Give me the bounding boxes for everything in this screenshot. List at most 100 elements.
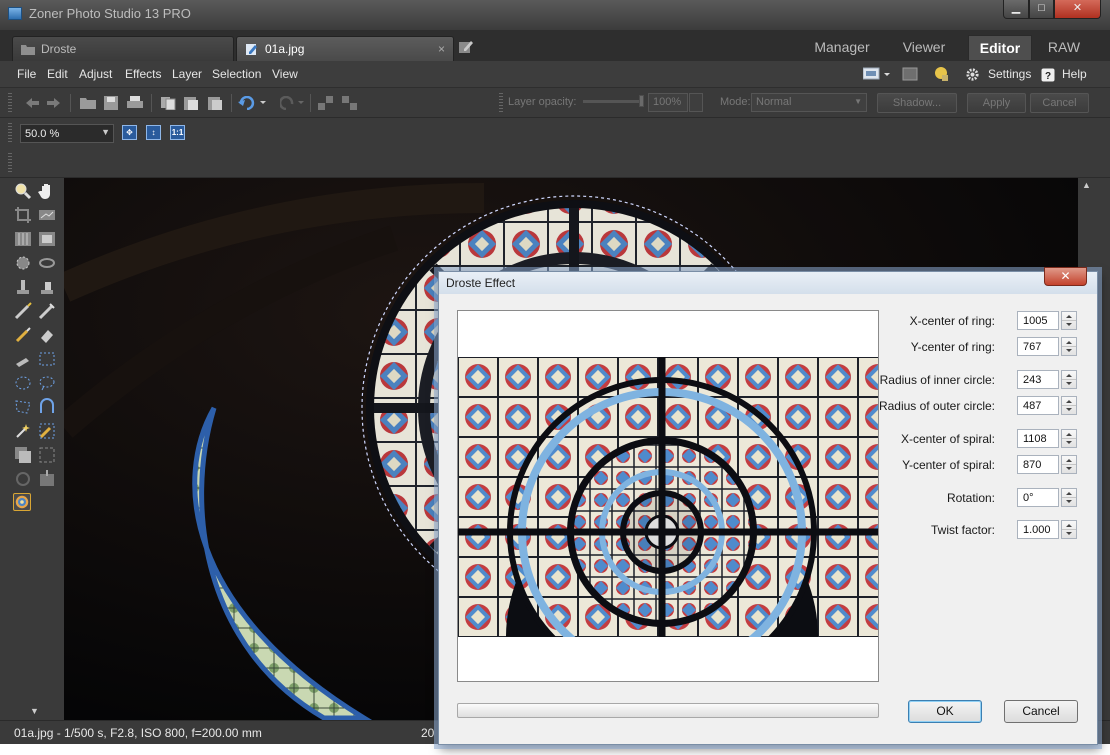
healing-stamp-icon[interactable]: [38, 278, 56, 296]
x-center-ring-spinner[interactable]: [1061, 311, 1077, 330]
help-menu[interactable]: Help: [1062, 67, 1087, 81]
close-window-button[interactable]: ✕: [1054, 0, 1101, 19]
forward-arrow-icon[interactable]: [46, 96, 62, 110]
dialog-cancel-button[interactable]: Cancel: [1004, 700, 1078, 723]
lock-icon[interactable]: [933, 66, 949, 82]
radius-inner-spinner[interactable]: [1061, 370, 1077, 389]
ok-button[interactable]: OK: [908, 700, 982, 723]
copy-icon[interactable]: [160, 96, 176, 110]
y-center-spiral-spinner[interactable]: [1061, 455, 1077, 474]
tab-droste[interactable]: Droste: [12, 36, 234, 61]
save-icon[interactable]: [103, 96, 119, 110]
crop-tool-icon[interactable]: [14, 206, 32, 224]
eraser-tool-icon[interactable]: [38, 326, 56, 344]
layer-merge-icon[interactable]: [342, 96, 358, 110]
mode-raw-button[interactable]: RAW: [1040, 35, 1088, 60]
clone-stamp-icon[interactable]: [14, 278, 32, 296]
tab-01a-jpg[interactable]: 01a.jpg ×: [236, 36, 454, 61]
toolbar-grip[interactable]: [8, 93, 12, 113]
pencil-tool-icon[interactable]: [14, 350, 32, 368]
gradient-tool-icon[interactable]: [38, 470, 56, 488]
minimize-button[interactable]: ▁: [1003, 0, 1029, 19]
selection-brush-icon[interactable]: [38, 422, 56, 440]
new-edit-tab-icon[interactable]: [458, 40, 474, 54]
menu-edit[interactable]: Edit: [47, 67, 68, 81]
redo-icon[interactable]: [280, 96, 306, 110]
radius-inner-field[interactable]: 243: [1017, 370, 1059, 389]
toolbar-grip[interactable]: [8, 123, 12, 143]
y-center-ring-spinner[interactable]: [1061, 337, 1077, 356]
badge-icon[interactable]: [902, 67, 918, 81]
paste-special-icon[interactable]: [207, 96, 223, 110]
monitor-menu-icon[interactable]: [863, 67, 891, 81]
red-eye-tool-icon[interactable]: [14, 254, 32, 272]
settings-menu[interactable]: Settings: [988, 67, 1031, 81]
print-icon[interactable]: [127, 96, 143, 110]
layer-opacity-spinner[interactable]: [689, 93, 703, 112]
hand-tool-icon[interactable]: [38, 182, 56, 200]
straighten-tool-icon[interactable]: [38, 206, 56, 224]
polygon-select-icon[interactable]: [14, 398, 32, 416]
x-center-spiral-field[interactable]: 1108: [1017, 429, 1059, 448]
menu-selection[interactable]: Selection: [212, 67, 261, 81]
maximize-button[interactable]: □: [1029, 0, 1054, 19]
apply-button[interactable]: Apply: [967, 93, 1026, 113]
y-center-spiral-field[interactable]: 870: [1017, 455, 1059, 474]
actual-size-icon[interactable]: 1:1: [170, 125, 185, 140]
lasso-select-icon[interactable]: [38, 374, 56, 392]
text-tool-icon[interactable]: [14, 470, 32, 488]
mode-manager-button[interactable]: Manager: [805, 35, 879, 60]
open-folder-icon[interactable]: [80, 96, 96, 110]
rect-select-icon[interactable]: [38, 350, 56, 368]
magnetic-select-icon[interactable]: [38, 398, 56, 416]
menu-adjust[interactable]: Adjust: [79, 67, 112, 81]
palette-scroll-down-icon[interactable]: ▼: [30, 706, 39, 716]
x-center-ring-field[interactable]: 1005: [1017, 311, 1059, 330]
help-icon[interactable]: ?: [1041, 68, 1055, 82]
undo-icon[interactable]: [238, 96, 268, 110]
magic-wand-icon[interactable]: [14, 422, 32, 440]
layer-tool-icon[interactable]: [14, 446, 32, 464]
y-center-ring-field[interactable]: 767: [1017, 337, 1059, 356]
layer-opacity-slider[interactable]: [583, 95, 644, 107]
perspective-tool-icon[interactable]: [14, 230, 32, 248]
rotation-spinner[interactable]: [1061, 488, 1077, 507]
menu-effects[interactable]: Effects: [125, 67, 161, 81]
blend-mode-select[interactable]: Normal ▼: [751, 93, 867, 112]
mode-viewer-button[interactable]: Viewer: [892, 35, 956, 60]
droste-effect-tool-icon[interactable]: [13, 493, 31, 511]
dodge-tool-icon[interactable]: [38, 302, 56, 320]
gear-icon[interactable]: [965, 67, 980, 82]
layer-order-icon[interactable]: [318, 96, 334, 110]
ellipse-select-icon[interactable]: [14, 374, 32, 392]
twist-factor-field[interactable]: 1.000: [1017, 520, 1059, 539]
x-center-spiral-spinner[interactable]: [1061, 429, 1077, 448]
menu-view[interactable]: View: [272, 67, 298, 81]
rotation-field[interactable]: 0°: [1017, 488, 1059, 507]
back-arrow-icon[interactable]: [24, 96, 40, 110]
dialog-close-button[interactable]: ✕: [1044, 267, 1087, 286]
scroll-up-icon[interactable]: ▲: [1082, 180, 1091, 190]
mode-editor-button[interactable]: Editor: [968, 35, 1032, 60]
zoom-select[interactable]: 50.0 % ▼: [20, 124, 114, 143]
toolbar-grip[interactable]: [8, 153, 12, 173]
radius-outer-field[interactable]: 487: [1017, 396, 1059, 415]
zoom-tool-icon[interactable]: [14, 182, 32, 200]
radius-outer-spinner[interactable]: [1061, 396, 1077, 415]
tab-close-icon[interactable]: ×: [438, 42, 445, 56]
eye-tool-icon[interactable]: [38, 254, 56, 272]
resize-tool-icon[interactable]: [38, 230, 56, 248]
paste-icon[interactable]: [183, 96, 199, 110]
fit-to-window-icon[interactable]: ✥: [122, 125, 137, 140]
toolbar-cancel-button[interactable]: Cancel: [1030, 93, 1089, 113]
menu-layer[interactable]: Layer: [172, 67, 202, 81]
menu-file[interactable]: File: [17, 67, 36, 81]
shadow-button[interactable]: Shadow...: [877, 93, 957, 113]
brush-tool-icon[interactable]: [14, 326, 32, 344]
smudge-tool-icon[interactable]: [14, 302, 32, 320]
fit-height-icon[interactable]: ↕: [146, 125, 161, 140]
shape-tool-icon[interactable]: [38, 446, 56, 464]
twist-factor-spinner[interactable]: [1061, 520, 1077, 539]
toolbar-grip[interactable]: [499, 93, 503, 113]
layer-opacity-field[interactable]: 100%: [648, 93, 688, 112]
